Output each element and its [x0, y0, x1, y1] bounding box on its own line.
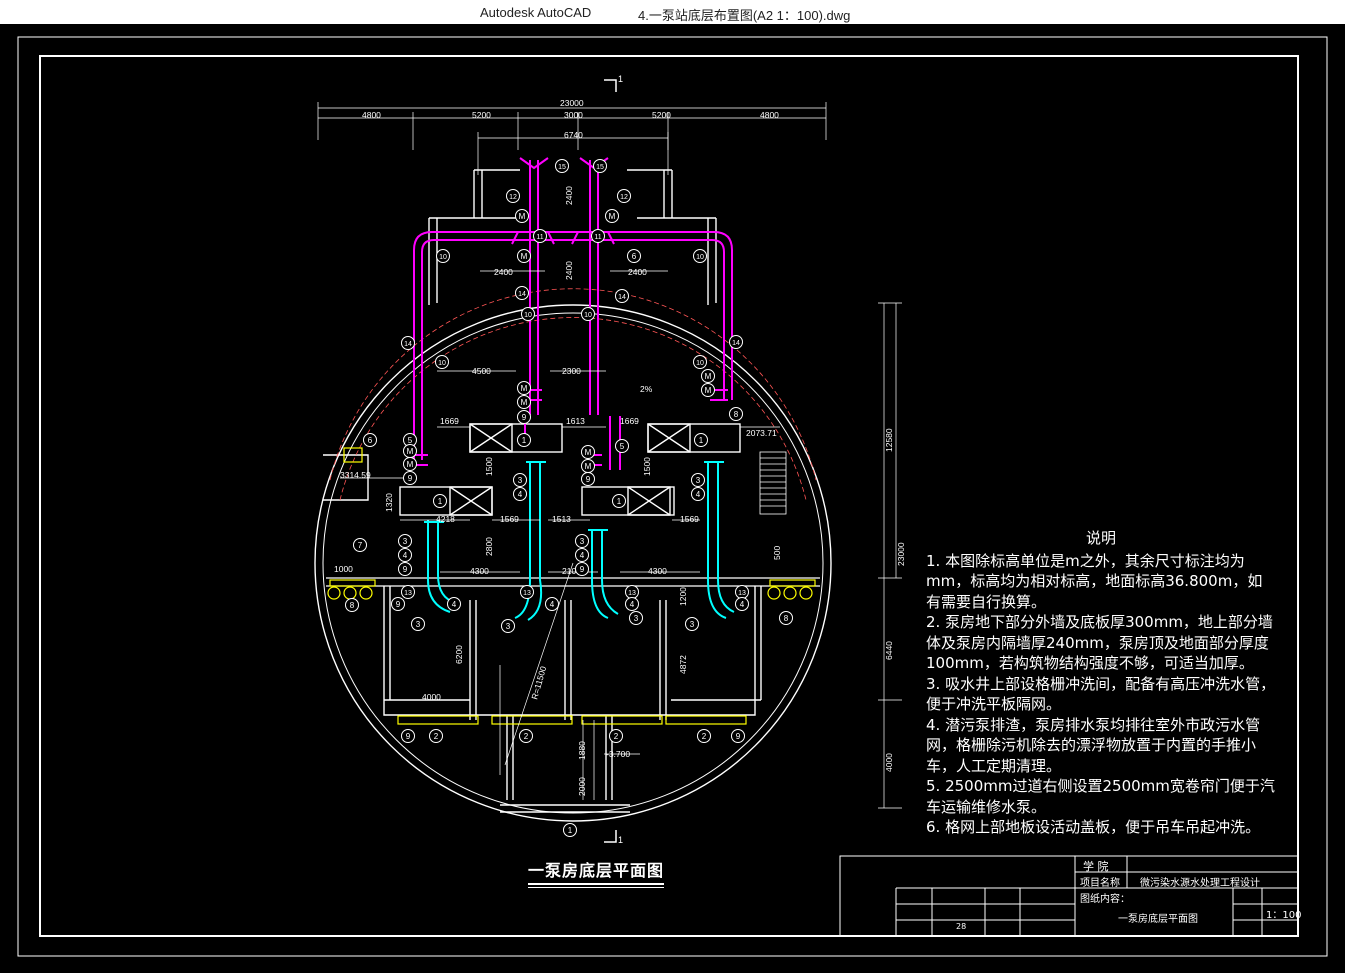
project-name: 微污染水源水处理工程设计 — [1140, 878, 1260, 889]
project-label: 项目名称 — [1080, 878, 1120, 889]
row-number: 28 — [956, 922, 967, 931]
content-value: 一泵房底层平面图 — [1118, 914, 1198, 925]
school-label: 学 院 — [1083, 860, 1109, 873]
scale-value: 1：100 — [1266, 910, 1302, 921]
content-label: 图纸内容： — [1080, 894, 1130, 905]
title-block-frame — [839, 855, 1299, 937]
